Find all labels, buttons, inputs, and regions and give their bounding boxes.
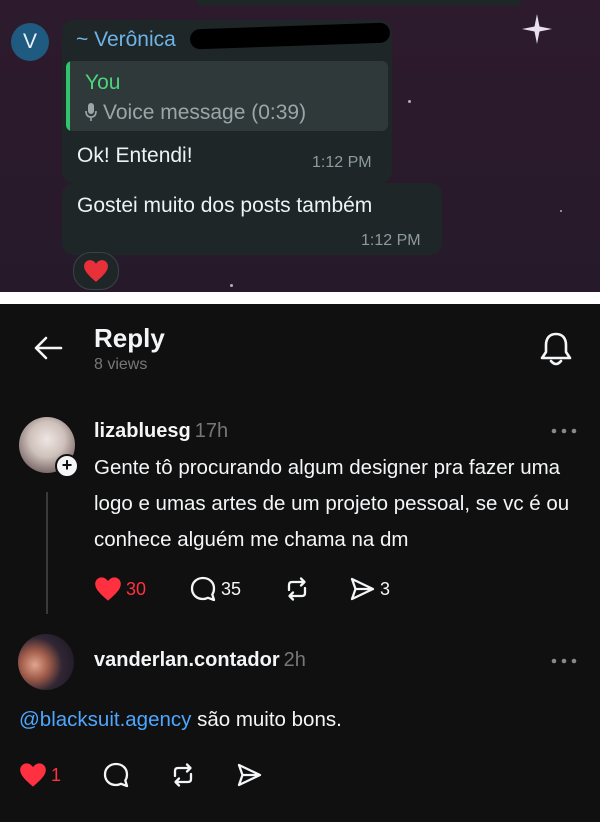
like-count: 1 <box>51 764 62 785</box>
quote-text: Voice message (0:39) <box>103 101 307 124</box>
thread-connector-line <box>46 492 48 614</box>
page-title: Reply <box>94 323 165 353</box>
sparkle-icon <box>522 14 552 44</box>
heart-filled-icon <box>20 763 46 787</box>
quote-author: You <box>85 71 121 94</box>
sender-avatar[interactable]: V <box>11 23 49 61</box>
star-dot <box>560 210 562 212</box>
send-icon <box>237 763 262 787</box>
reply-count: 35 <box>221 578 242 599</box>
mention-link[interactable]: @blacksuit.agency <box>19 708 191 731</box>
username[interactable]: vanderlan.contador <box>94 649 280 671</box>
avatar[interactable] <box>18 634 74 690</box>
reply-button[interactable]: 35 <box>189 574 241 604</box>
like-button[interactable]: 30 <box>94 574 146 604</box>
share-button[interactable]: 3 <box>348 574 390 604</box>
message-text: Ok! Entendi! <box>77 144 193 167</box>
reply-text: @blacksuit.agency são muito bons. <box>19 708 342 732</box>
message-time: 1:12 PM <box>312 154 372 171</box>
speech-bubble-icon <box>103 762 129 788</box>
more-options-icon[interactable] <box>550 657 578 665</box>
like-count: 30 <box>126 578 147 599</box>
username[interactable]: lizabluesg <box>94 420 191 442</box>
screenshot-divider <box>0 292 600 304</box>
reply-time: 2h <box>283 649 306 671</box>
arrow-left-icon[interactable] <box>33 336 63 360</box>
quote-voice-message: Voice message (0:39) <box>85 101 306 125</box>
share-count: 3 <box>380 578 391 599</box>
quote-accent-bar <box>66 61 70 131</box>
star-dot <box>408 100 411 103</box>
thread-view: Reply 8 views + lizabluesg 17h Gente tô p… <box>0 304 600 822</box>
previous-message-edge <box>196 0 522 6</box>
reply-text-rest: são muito bons. <box>191 708 342 731</box>
quoted-message[interactable]: You Voice message (0:39) <box>66 61 388 131</box>
speech-bubble-icon <box>190 576 216 602</box>
like-button[interactable]: 1 <box>19 760 61 790</box>
reply-button[interactable] <box>102 760 130 790</box>
repost-button[interactable] <box>283 574 311 604</box>
post-text: Gente tô procurando algum designer pra f… <box>94 456 570 551</box>
message-time: 1:12 PM <box>361 232 421 249</box>
repost-icon <box>287 577 307 601</box>
more-options-icon[interactable] <box>550 427 578 435</box>
follow-plus-icon[interactable]: + <box>55 454 79 478</box>
reply-author[interactable]: vanderlan.contador 2h <box>94 649 306 672</box>
chat-screenshot: V ~ Verônica You Voice message (0:39) Ok… <box>0 0 600 292</box>
repost-button[interactable] <box>169 760 197 790</box>
heart-reaction[interactable] <box>73 252 119 290</box>
send-icon <box>350 577 375 601</box>
share-button[interactable] <box>235 760 263 790</box>
bell-icon[interactable] <box>538 330 574 368</box>
heart-filled-icon <box>95 577 121 601</box>
views-count: 8 views <box>94 356 148 373</box>
post-author[interactable]: lizabluesg 17h <box>94 420 228 443</box>
post-time: 17h <box>194 420 229 442</box>
repost-icon <box>173 763 193 787</box>
heart-icon <box>84 260 108 282</box>
message-text: Gostei muito dos posts também <box>77 194 373 217</box>
sender-name[interactable]: ~ Verônica <box>76 28 176 52</box>
star-dot <box>230 284 233 287</box>
microphone-icon <box>85 103 97 121</box>
